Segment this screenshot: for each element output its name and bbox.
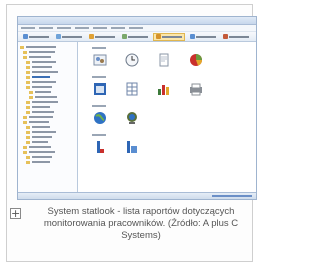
folder-icon xyxy=(23,120,27,124)
report-icon-row xyxy=(92,52,204,68)
reports-toolbar-button[interactable] xyxy=(153,32,185,41)
expand-icon[interactable]: + xyxy=(10,208,21,219)
app-icon xyxy=(23,34,28,39)
folder-icon xyxy=(26,105,30,109)
clock-icon xyxy=(122,34,127,39)
folder-icon xyxy=(20,45,24,49)
tree-item[interactable] xyxy=(20,90,75,94)
tree-item[interactable] xyxy=(20,55,75,59)
monitor-icon xyxy=(56,34,61,39)
folder-icon xyxy=(26,135,30,139)
user-toolbar-button[interactable] xyxy=(188,33,218,40)
report-list-panel xyxy=(78,42,256,193)
tree-item[interactable] xyxy=(20,75,75,79)
settings-toolbar-button[interactable] xyxy=(254,33,257,40)
tree-item[interactable] xyxy=(20,105,75,109)
printer-report-icon[interactable] xyxy=(188,81,204,97)
folder-icon xyxy=(26,80,30,84)
report-icon-row xyxy=(92,110,204,126)
navigation-tree xyxy=(18,42,78,193)
folder-icon xyxy=(26,75,30,79)
tree-item[interactable] xyxy=(20,160,75,164)
tree-item[interactable] xyxy=(20,100,75,104)
tree-item[interactable] xyxy=(20,80,75,84)
main-area xyxy=(18,42,256,193)
group-report-icon[interactable] xyxy=(124,139,140,155)
section-heading xyxy=(92,105,106,107)
clock-report-icon[interactable] xyxy=(124,52,140,68)
folder-icon xyxy=(26,65,30,69)
folder-icon xyxy=(26,100,30,104)
folder-icon xyxy=(23,115,27,119)
globe-report-icon[interactable] xyxy=(92,110,108,126)
section-heading xyxy=(92,76,106,78)
folder-icon xyxy=(23,150,27,154)
tree-item[interactable] xyxy=(20,155,75,159)
tree-item[interactable] xyxy=(20,130,75,134)
folder-icon xyxy=(26,160,30,164)
folder-icon xyxy=(26,140,30,144)
status-bar xyxy=(18,192,256,199)
tree-item[interactable] xyxy=(20,110,75,114)
report-icon-row xyxy=(92,81,204,97)
calendar-report-icon[interactable] xyxy=(92,81,108,97)
tree-item[interactable] xyxy=(20,150,75,154)
pie-chart-report-icon[interactable] xyxy=(188,52,204,68)
tree-item[interactable] xyxy=(20,70,75,74)
folder-icon xyxy=(26,60,30,64)
user-icon xyxy=(190,34,195,39)
tree-item[interactable] xyxy=(20,135,75,139)
folder-icon xyxy=(29,90,33,94)
folder-icon xyxy=(26,110,30,114)
tree-item[interactable] xyxy=(20,45,75,49)
section-heading xyxy=(92,134,106,136)
folder-icon xyxy=(26,130,30,134)
tree-item[interactable] xyxy=(20,120,75,124)
folder-icon xyxy=(26,155,30,159)
tree-item[interactable] xyxy=(20,115,75,119)
settings-icon xyxy=(256,34,257,39)
tree-item[interactable] xyxy=(20,60,75,64)
folder-icon xyxy=(26,125,30,129)
tree-item[interactable] xyxy=(20,145,75,149)
tree-item[interactable] xyxy=(20,125,75,129)
tree-item[interactable] xyxy=(20,65,75,69)
folder-icon xyxy=(23,145,27,149)
document-report-icon[interactable] xyxy=(156,52,172,68)
menu-bar xyxy=(18,25,256,32)
screenshot-image[interactable] xyxy=(17,16,257,200)
app-toolbar-button[interactable] xyxy=(21,33,51,40)
chart-icon xyxy=(89,34,94,39)
folder-icon xyxy=(26,70,30,74)
report-icon-row xyxy=(92,139,204,155)
folder-icon xyxy=(26,85,30,89)
reports-icon xyxy=(156,34,161,39)
audit-icon xyxy=(223,34,228,39)
report-icon-grid xyxy=(92,45,204,163)
bar-chart-report-icon[interactable] xyxy=(156,81,172,97)
audit-toolbar-button[interactable] xyxy=(221,33,251,40)
tree-item[interactable] xyxy=(20,95,75,99)
tree-item[interactable] xyxy=(20,140,75,144)
folder-icon xyxy=(29,95,33,99)
folder-icon xyxy=(23,50,27,54)
clock-toolbar-button[interactable] xyxy=(120,33,150,40)
chart-toolbar-button[interactable] xyxy=(87,33,117,40)
figure-caption: System statlook - lista raportów dotyczą… xyxy=(43,206,239,241)
network-report-icon[interactable] xyxy=(124,110,140,126)
section-heading xyxy=(92,47,106,49)
window-titlebar xyxy=(18,17,256,25)
tree-item[interactable] xyxy=(20,50,75,54)
toolbar xyxy=(18,32,256,42)
tree-item[interactable] xyxy=(20,85,75,89)
person-report-icon[interactable] xyxy=(92,139,108,155)
table-report-icon[interactable] xyxy=(124,81,140,97)
folder-icon xyxy=(23,55,27,59)
users-report-icon[interactable] xyxy=(92,52,108,68)
monitor-toolbar-button[interactable] xyxy=(54,33,84,40)
